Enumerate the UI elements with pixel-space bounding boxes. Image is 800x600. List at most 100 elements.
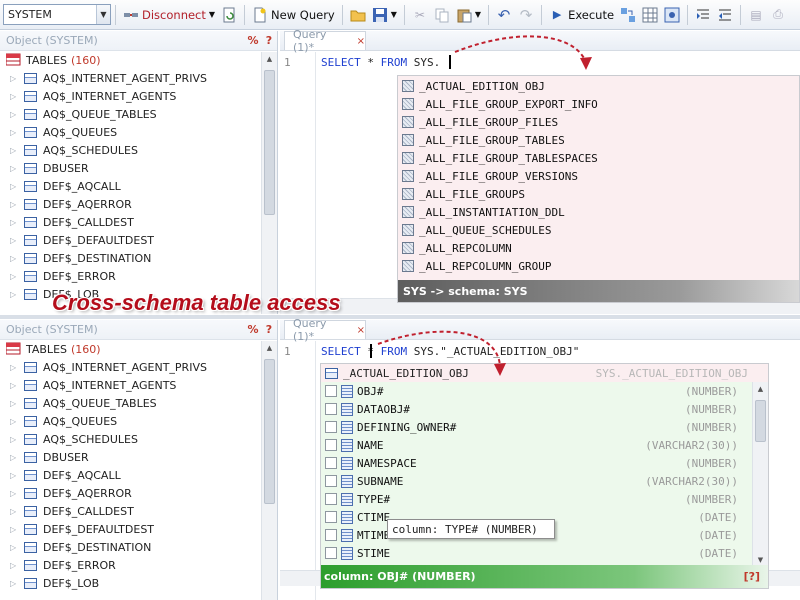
refresh-button[interactable]	[218, 4, 240, 26]
expand-icon[interactable]: ▷	[10, 381, 18, 390]
redo-button[interactable]: ↷	[515, 4, 537, 26]
outdent-button[interactable]	[714, 4, 736, 26]
table-row[interactable]: ▷ DEF$_CALLDEST	[0, 213, 277, 231]
copy-button[interactable]	[431, 4, 453, 26]
close-icon[interactable]: ×	[357, 325, 365, 336]
expand-icon[interactable]: ▷	[10, 435, 18, 444]
open-button[interactable]	[347, 4, 369, 26]
expand-icon[interactable]: ▷	[10, 543, 18, 552]
column-checkbox[interactable]	[325, 421, 337, 433]
scroll-up-icon[interactable]: ▲	[753, 382, 768, 396]
autocomplete-item[interactable]: _ALL_INSTANTIATION_DDL	[398, 203, 799, 221]
table-row[interactable]: ▷ AQ$_INTERNET_AGENTS	[0, 376, 277, 394]
close-icon[interactable]: ×	[357, 36, 365, 47]
column-row[interactable]: DEFINING_OWNER# (NUMBER)	[321, 418, 754, 436]
table-row[interactable]: ▷ AQ$_SCHEDULES	[0, 141, 277, 159]
tab-query-1[interactable]: Query (1)* ×	[284, 317, 366, 343]
column-row[interactable]: NAMESPACE (NUMBER)	[321, 454, 754, 472]
table-row[interactable]: ▷ DEF$_DESTINATION	[0, 538, 277, 556]
expand-icon[interactable]: ▷	[10, 561, 18, 570]
help-button[interactable]: ?	[261, 34, 277, 47]
help-button[interactable]: ?	[261, 323, 277, 336]
table-row[interactable]: ▷ DEF$_DEFAULTDEST	[0, 231, 277, 249]
export-button[interactable]: ▤	[745, 4, 767, 26]
chevron-down-icon[interactable]: ▼	[391, 10, 397, 19]
column-popup-scrollbar[interactable]: ▲ ▼	[752, 382, 768, 567]
autocomplete-item[interactable]: _ACTUAL_EDITION_OBJ	[398, 77, 799, 95]
scroll-up-icon[interactable]: ▲	[262, 341, 277, 355]
column-row[interactable]: TYPE# (NUMBER)	[321, 490, 754, 508]
tab-query-1[interactable]: Query (1)* ×	[284, 28, 366, 54]
expand-icon[interactable]: ▷	[10, 164, 18, 173]
scroll-thumb[interactable]	[264, 70, 275, 215]
autocomplete-item[interactable]: _ALL_FILE_GROUP_TABLESPACES	[398, 149, 799, 167]
object-panel-scrollbar[interactable]: ▲	[261, 341, 277, 600]
execute-button[interactable]: ▶ Execute	[546, 4, 617, 26]
print-button[interactable]: ⎙	[767, 4, 789, 26]
expand-icon[interactable]: ▷	[10, 200, 18, 209]
column-checkbox[interactable]	[325, 457, 337, 469]
new-query-button[interactable]: New Query	[249, 4, 338, 26]
table-row[interactable]: ▷ DEF$_DESTINATION	[0, 249, 277, 267]
autocomplete-item[interactable]: _ALL_REPCOLUMN	[398, 239, 799, 257]
expand-icon[interactable]: ▷	[10, 218, 18, 227]
table-row[interactable]: ▷ DEF$_ERROR	[0, 556, 277, 574]
sql-code[interactable]: SELECT * FROM SYS.	[321, 56, 440, 69]
autocomplete-item[interactable]: _ALL_REPCOLUMN_GROUP	[398, 257, 799, 275]
chevron-down-icon[interactable]: ▼	[209, 10, 215, 19]
expand-icon[interactable]: ▷	[10, 146, 18, 155]
column-row[interactable]: OBJ# (NUMBER)	[321, 382, 754, 400]
schema-select[interactable]: SYSTEM ▼	[3, 4, 111, 25]
scroll-thumb[interactable]	[264, 359, 275, 504]
autocomplete-item[interactable]: _ALL_FILE_GROUPS	[398, 185, 799, 203]
filter-button[interactable]: %	[245, 34, 261, 47]
table-row[interactable]: ▷ AQ$_SCHEDULES	[0, 430, 277, 448]
grid-button[interactable]	[639, 4, 661, 26]
tables-category[interactable]: TABLES (160)	[0, 340, 277, 358]
expand-icon[interactable]: ▷	[10, 399, 18, 408]
column-checkbox[interactable]	[325, 493, 337, 505]
disconnect-button[interactable]: Disconnect ▼	[120, 4, 218, 26]
autocomplete-item[interactable]: _ALL_FILE_GROUP_EXPORT_INFO	[398, 95, 799, 113]
explain-button[interactable]	[661, 4, 683, 26]
expand-icon[interactable]: ▷	[10, 290, 18, 299]
table-row[interactable]: ▷ AQ$_QUEUES	[0, 123, 277, 141]
expand-icon[interactable]: ▷	[10, 507, 18, 516]
table-row[interactable]: ▷ DEF$_AQERROR	[0, 484, 277, 502]
table-row[interactable]: ▷ AQ$_QUEUE_TABLES	[0, 394, 277, 412]
expand-icon[interactable]: ▷	[10, 272, 18, 281]
undo-button[interactable]: ↶	[493, 4, 515, 26]
autocomplete-item[interactable]: _ALL_FILE_GROUP_TABLES	[398, 131, 799, 149]
chevron-down-icon[interactable]: ▼	[96, 5, 110, 24]
expand-icon[interactable]: ▷	[10, 182, 18, 191]
column-checkbox[interactable]	[325, 475, 337, 487]
filter-button[interactable]: %	[245, 323, 261, 336]
expand-icon[interactable]: ▷	[10, 579, 18, 588]
autocomplete-item[interactable]: _ALL_FILE_GROUP_FILES	[398, 113, 799, 131]
table-row[interactable]: ▷ DBUSER	[0, 159, 277, 177]
table-row[interactable]: ▷ DEF$_CALLDEST	[0, 502, 277, 520]
table-row[interactable]: ▷ DEF$_ERROR	[0, 267, 277, 285]
expand-icon[interactable]: ▷	[10, 489, 18, 498]
sql-code[interactable]: SELECT * FROM SYS."_ACTUAL_EDITION_OBJ"	[321, 345, 579, 358]
expand-icon[interactable]: ▷	[10, 417, 18, 426]
column-checkbox[interactable]	[325, 385, 337, 397]
table-row[interactable]: ▷ DEF$_AQCALL	[0, 177, 277, 195]
help-button[interactable]: [?]	[744, 570, 768, 583]
expand-icon[interactable]: ▷	[10, 453, 18, 462]
expand-icon[interactable]: ▷	[10, 110, 18, 119]
expand-icon[interactable]: ▷	[10, 363, 18, 372]
column-checkbox[interactable]	[325, 511, 337, 523]
expand-icon[interactable]: ▷	[10, 236, 18, 245]
table-row[interactable]: ▷ DEF$_AQERROR	[0, 195, 277, 213]
tables-category[interactable]: TABLES (160)	[0, 51, 277, 69]
column-checkbox[interactable]	[325, 439, 337, 451]
column-checkbox[interactable]	[325, 403, 337, 415]
expand-icon[interactable]: ▷	[10, 92, 18, 101]
scroll-up-icon[interactable]: ▲	[262, 52, 277, 66]
chevron-down-icon[interactable]: ▼	[475, 10, 481, 19]
object-panel-scrollbar[interactable]: ▲	[261, 52, 277, 314]
table-row[interactable]: ▷ AQ$_QUEUE_TABLES	[0, 105, 277, 123]
column-row[interactable]: NAME (VARCHAR2(30))	[321, 436, 754, 454]
save-button[interactable]: ▼	[369, 4, 400, 26]
